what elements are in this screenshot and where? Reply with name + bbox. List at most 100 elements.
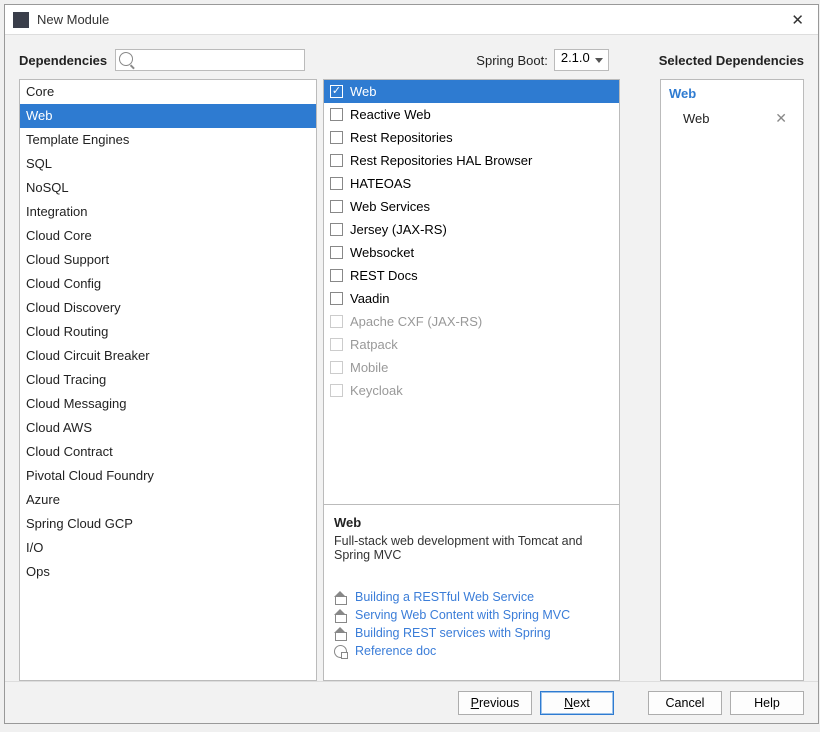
dialog-body: Dependencies Spring Boot: 2.1.0 Selected… xyxy=(5,35,818,681)
category-item[interactable]: Cloud Circuit Breaker xyxy=(20,344,316,368)
dependency-item[interactable]: HATEOAS xyxy=(324,172,619,195)
header-row: Dependencies Spring Boot: 2.1.0 Selected… xyxy=(19,49,804,71)
spring-boot-label: Spring Boot: xyxy=(476,53,548,68)
dependency-item[interactable]: Websocket xyxy=(324,241,619,264)
category-item[interactable]: SQL xyxy=(20,152,316,176)
dependency-item[interactable]: Rest Repositories xyxy=(324,126,619,149)
guide-link[interactable]: Building REST services with Spring xyxy=(334,626,609,640)
category-item[interactable]: Cloud Core xyxy=(20,224,316,248)
spring-boot-value: 2.1.0 xyxy=(561,50,590,65)
dependency-label: Apache CXF (JAX-RS) xyxy=(350,312,482,331)
reference-icon xyxy=(334,645,347,658)
dependency-label: Mobile xyxy=(350,358,388,377)
cancel-button[interactable]: Cancel xyxy=(648,691,722,715)
guide-label: Serving Web Content with Spring MVC xyxy=(355,608,570,622)
window-title: New Module xyxy=(37,12,785,27)
dependency-item[interactable]: REST Docs xyxy=(324,264,619,287)
spring-boot-select[interactable]: 2.1.0 xyxy=(554,49,609,71)
guide-label: Building a RESTful Web Service xyxy=(355,590,534,604)
dependency-item[interactable]: Rest Repositories HAL Browser xyxy=(324,149,619,172)
category-item[interactable]: Template Engines xyxy=(20,128,316,152)
middle-column: ✓ Web Reactive Web Rest Repositories Rest Re… xyxy=(323,79,620,681)
home-icon xyxy=(334,628,347,639)
help-button[interactable]: Help xyxy=(730,691,804,715)
category-item[interactable]: Ops xyxy=(20,560,316,584)
category-item[interactable]: Cloud Messaging xyxy=(20,392,316,416)
previous-button[interactable]: Previous xyxy=(458,691,532,715)
search-input[interactable] xyxy=(115,49,305,71)
checkbox-icon xyxy=(330,338,343,351)
category-item[interactable]: Pivotal Cloud Foundry xyxy=(20,464,316,488)
dependency-label: Keycloak xyxy=(350,381,403,400)
selected-item: Web✕ xyxy=(669,107,795,130)
dependency-label: Rest Repositories HAL Browser xyxy=(350,151,532,170)
category-item[interactable]: Cloud Contract xyxy=(20,440,316,464)
checkbox-icon xyxy=(330,108,343,121)
app-icon xyxy=(13,12,29,28)
guide-label: Building REST services with Spring xyxy=(355,626,551,640)
category-item[interactable]: Integration xyxy=(20,200,316,224)
category-item[interactable]: Core xyxy=(20,80,316,104)
dependency-item[interactable]: Web Services xyxy=(324,195,619,218)
guide-link[interactable]: Building a RESTful Web Service xyxy=(334,590,609,604)
close-icon[interactable]: ✕ xyxy=(785,11,810,29)
reference-label: Reference doc xyxy=(355,644,436,658)
dependency-item: Apache CXF (JAX-RS) xyxy=(324,310,619,333)
selected-panel: Web Web✕ xyxy=(660,79,804,681)
category-item[interactable]: Cloud Support xyxy=(20,248,316,272)
checkbox-icon xyxy=(330,269,343,282)
checkbox-icon: ✓ xyxy=(330,85,343,98)
dependency-item: Ratpack xyxy=(324,333,619,356)
dependency-label: Reactive Web xyxy=(350,105,431,124)
checkbox-icon xyxy=(330,131,343,144)
category-item[interactable]: Cloud Tracing xyxy=(20,368,316,392)
checkbox-icon xyxy=(330,384,343,397)
checkbox-icon xyxy=(330,223,343,236)
search-icon xyxy=(119,52,133,66)
dependency-item[interactable]: Reactive Web xyxy=(324,103,619,126)
guide-link[interactable]: Serving Web Content with Spring MVC xyxy=(334,608,609,622)
titlebar: New Module ✕ xyxy=(5,5,818,35)
category-list[interactable]: CoreWebTemplate EnginesSQLNoSQLIntegrati… xyxy=(19,79,317,681)
description-panel: Web Full-stack web development with Tomc… xyxy=(323,505,620,681)
dependency-label: Jersey (JAX-RS) xyxy=(350,220,447,239)
button-row: Previous Next Cancel Help xyxy=(5,681,818,723)
dependency-item[interactable]: ✓ Web xyxy=(324,80,619,103)
category-item[interactable]: Cloud AWS xyxy=(20,416,316,440)
category-item[interactable]: NoSQL xyxy=(20,176,316,200)
dependency-item[interactable]: Jersey (JAX-RS) xyxy=(324,218,619,241)
dependency-label: HATEOAS xyxy=(350,174,411,193)
dependencies-label: Dependencies xyxy=(19,53,107,68)
category-item[interactable]: Cloud Discovery xyxy=(20,296,316,320)
dependency-label: Web xyxy=(350,82,377,101)
selected-item-label: Web xyxy=(683,111,775,126)
category-item[interactable]: Web xyxy=(20,104,316,128)
dependency-label: REST Docs xyxy=(350,266,418,285)
description-title: Web xyxy=(334,515,609,530)
dependency-label: Vaadin xyxy=(350,289,390,308)
category-item[interactable]: Spring Cloud GCP xyxy=(20,512,316,536)
category-item[interactable]: I/O xyxy=(20,536,316,560)
selected-group-title: Web xyxy=(669,86,795,101)
category-item[interactable]: Cloud Config xyxy=(20,272,316,296)
checkbox-icon xyxy=(330,177,343,190)
checkbox-icon xyxy=(330,200,343,213)
dependency-item: Mobile xyxy=(324,356,619,379)
columns: CoreWebTemplate EnginesSQLNoSQLIntegrati… xyxy=(19,79,804,681)
next-button[interactable]: Next xyxy=(540,691,614,715)
dependency-label: Websocket xyxy=(350,243,414,262)
checkbox-icon xyxy=(330,361,343,374)
category-item[interactable]: Azure xyxy=(20,488,316,512)
checkbox-icon xyxy=(330,246,343,259)
dependency-label: Web Services xyxy=(350,197,430,216)
dependency-item: Keycloak xyxy=(324,379,619,402)
description-text: Full-stack web development with Tomcat a… xyxy=(334,534,609,562)
reference-doc-link[interactable]: Reference doc xyxy=(334,644,609,658)
category-item[interactable]: Cloud Routing xyxy=(20,320,316,344)
selected-dependencies-label: Selected Dependencies xyxy=(659,53,804,68)
remove-icon[interactable]: ✕ xyxy=(775,110,787,127)
dependency-list[interactable]: ✓ Web Reactive Web Rest Repositories Rest Re… xyxy=(323,79,620,505)
dependency-item[interactable]: Vaadin xyxy=(324,287,619,310)
home-icon xyxy=(334,610,347,621)
search-wrap xyxy=(115,49,305,71)
